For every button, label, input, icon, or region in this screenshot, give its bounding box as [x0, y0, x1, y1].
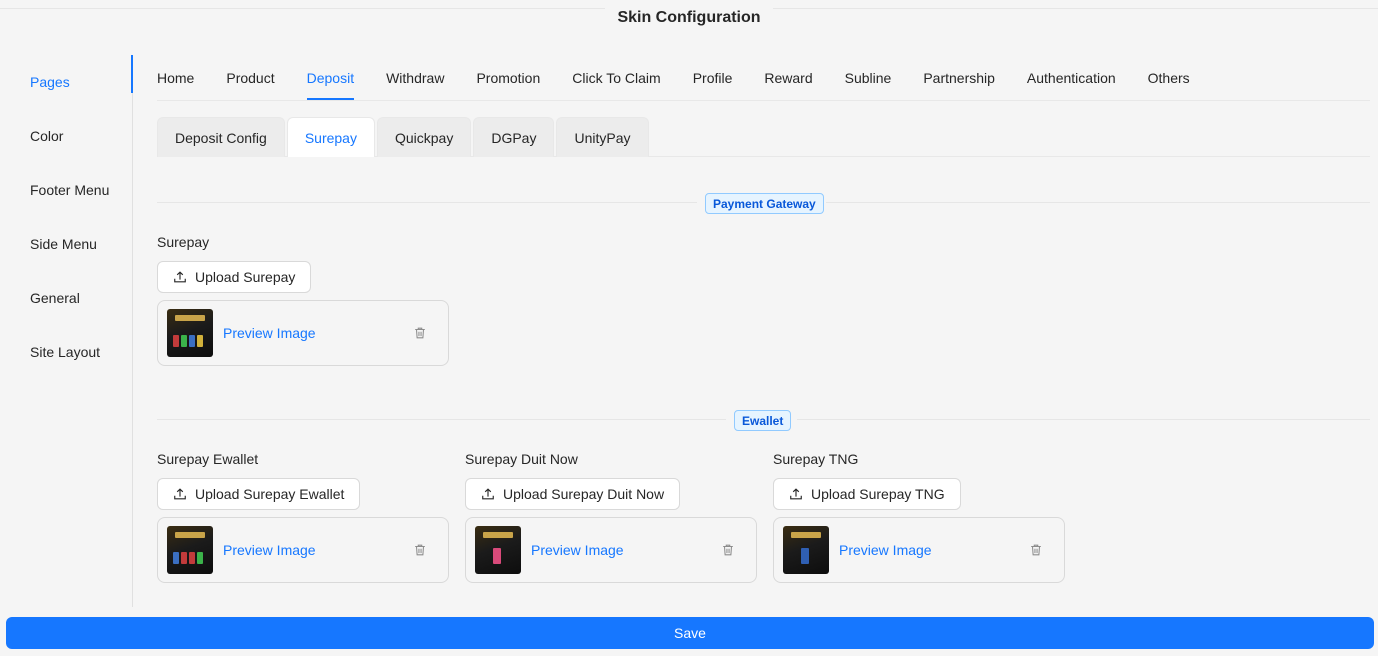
- upload-surepay-tng-label: Upload Surepay TNG: [811, 486, 945, 502]
- subtab-unitypay[interactable]: UnityPay: [556, 117, 649, 157]
- tab-others[interactable]: Others: [1148, 56, 1190, 100]
- ewallet-divider-left: [157, 419, 726, 420]
- tab-promotion[interactable]: Promotion: [476, 56, 540, 100]
- surepay-duit-now-preview-link[interactable]: Preview Image: [531, 542, 721, 558]
- surepay-tng-label: Surepay TNG: [773, 451, 859, 467]
- sidebar-item-color[interactable]: Color: [0, 109, 132, 163]
- surepay-ewallet-preview-card: Preview Image: [157, 517, 449, 583]
- surepay-duit-now-preview-card: Preview Image: [465, 517, 757, 583]
- subtab-deposit-config[interactable]: Deposit Config: [157, 117, 285, 157]
- sidebar-item-side-menu[interactable]: Side Menu: [0, 217, 132, 271]
- surepay-duit-now-thumbnail: [475, 526, 521, 574]
- surepay-ewallet-preview-link[interactable]: Preview Image: [223, 542, 413, 558]
- surepay-ewallet-label: Surepay Ewallet: [157, 451, 259, 467]
- ewallet-badge: Ewallet: [734, 410, 792, 431]
- upload-surepay-tng-button[interactable]: Upload Surepay TNG: [773, 478, 961, 510]
- upload-surepay-ewallet-button[interactable]: Upload Surepay Ewallet: [157, 478, 361, 510]
- upload-surepay-duit-now-label: Upload Surepay Duit Now: [503, 486, 665, 502]
- surepay-tng-preview-link[interactable]: Preview Image: [839, 542, 1029, 558]
- payment-gateway-badge: Payment Gateway: [705, 193, 824, 214]
- sidebar-item-site-layout[interactable]: Site Layout: [0, 325, 132, 379]
- upload-icon: [174, 488, 186, 500]
- upload-icon: [790, 488, 802, 500]
- tab-withdraw[interactable]: Withdraw: [386, 56, 444, 100]
- surepay-thumbnail: [167, 309, 213, 357]
- tab-click-to-claim[interactable]: Click To Claim: [572, 56, 660, 100]
- surepay-tng-preview-card: Preview Image: [773, 517, 1065, 583]
- tab-reward[interactable]: Reward: [764, 56, 812, 100]
- tab-home[interactable]: Home: [157, 56, 194, 100]
- upload-surepay-label: Upload Surepay: [195, 269, 296, 285]
- sidebar-item-footer-menu[interactable]: Footer Menu: [0, 163, 132, 217]
- tab-authentication[interactable]: Authentication: [1027, 56, 1116, 100]
- trash-icon[interactable]: [413, 543, 427, 557]
- upload-icon: [174, 271, 186, 283]
- tab-deposit[interactable]: Deposit: [306, 56, 355, 100]
- ewallet-divider-right: [797, 419, 1370, 420]
- payment-gateway-divider-right: [826, 202, 1370, 203]
- surepay-ewallet-thumbnail: [167, 526, 213, 574]
- subtab-surepay[interactable]: Surepay: [286, 117, 375, 157]
- sub-tab-bar: Deposit Config Surepay Quickpay DGPay Un…: [157, 117, 1370, 157]
- surepay-duit-now-label: Surepay Duit Now: [465, 451, 578, 467]
- page-title: Skin Configuration: [617, 9, 761, 26]
- surepay-preview-link[interactable]: Preview Image: [223, 325, 413, 341]
- sidebar-item-general[interactable]: General: [0, 271, 132, 325]
- save-button[interactable]: Save: [6, 617, 1374, 649]
- tab-subline[interactable]: Subline: [845, 56, 892, 100]
- subtab-quickpay[interactable]: Quickpay: [376, 117, 472, 157]
- payment-gateway-divider-left: [157, 202, 697, 203]
- sidebar-item-pages[interactable]: Pages: [0, 55, 133, 109]
- surepay-tng-thumbnail: [783, 526, 829, 574]
- trash-icon[interactable]: [413, 326, 427, 340]
- tab-profile[interactable]: Profile: [693, 56, 733, 100]
- tab-partnership[interactable]: Partnership: [923, 56, 995, 100]
- upload-surepay-ewallet-label: Upload Surepay Ewallet: [195, 486, 345, 502]
- trash-icon[interactable]: [721, 543, 735, 557]
- trash-icon[interactable]: [1029, 543, 1043, 557]
- subtab-dgpay[interactable]: DGPay: [473, 117, 555, 157]
- surepay-preview-card: Preview Image: [157, 300, 449, 366]
- upload-surepay-button[interactable]: Upload Surepay: [157, 261, 312, 293]
- upload-surepay-duit-now-button[interactable]: Upload Surepay Duit Now: [465, 478, 681, 510]
- tab-product[interactable]: Product: [226, 56, 274, 100]
- upload-icon: [482, 488, 494, 500]
- sidebar: Pages Color Footer Menu Side Menu Genera…: [0, 55, 133, 607]
- surepay-label: Surepay: [157, 234, 210, 250]
- main-tab-bar: Home Product Deposit Withdraw Promotion …: [157, 56, 1370, 101]
